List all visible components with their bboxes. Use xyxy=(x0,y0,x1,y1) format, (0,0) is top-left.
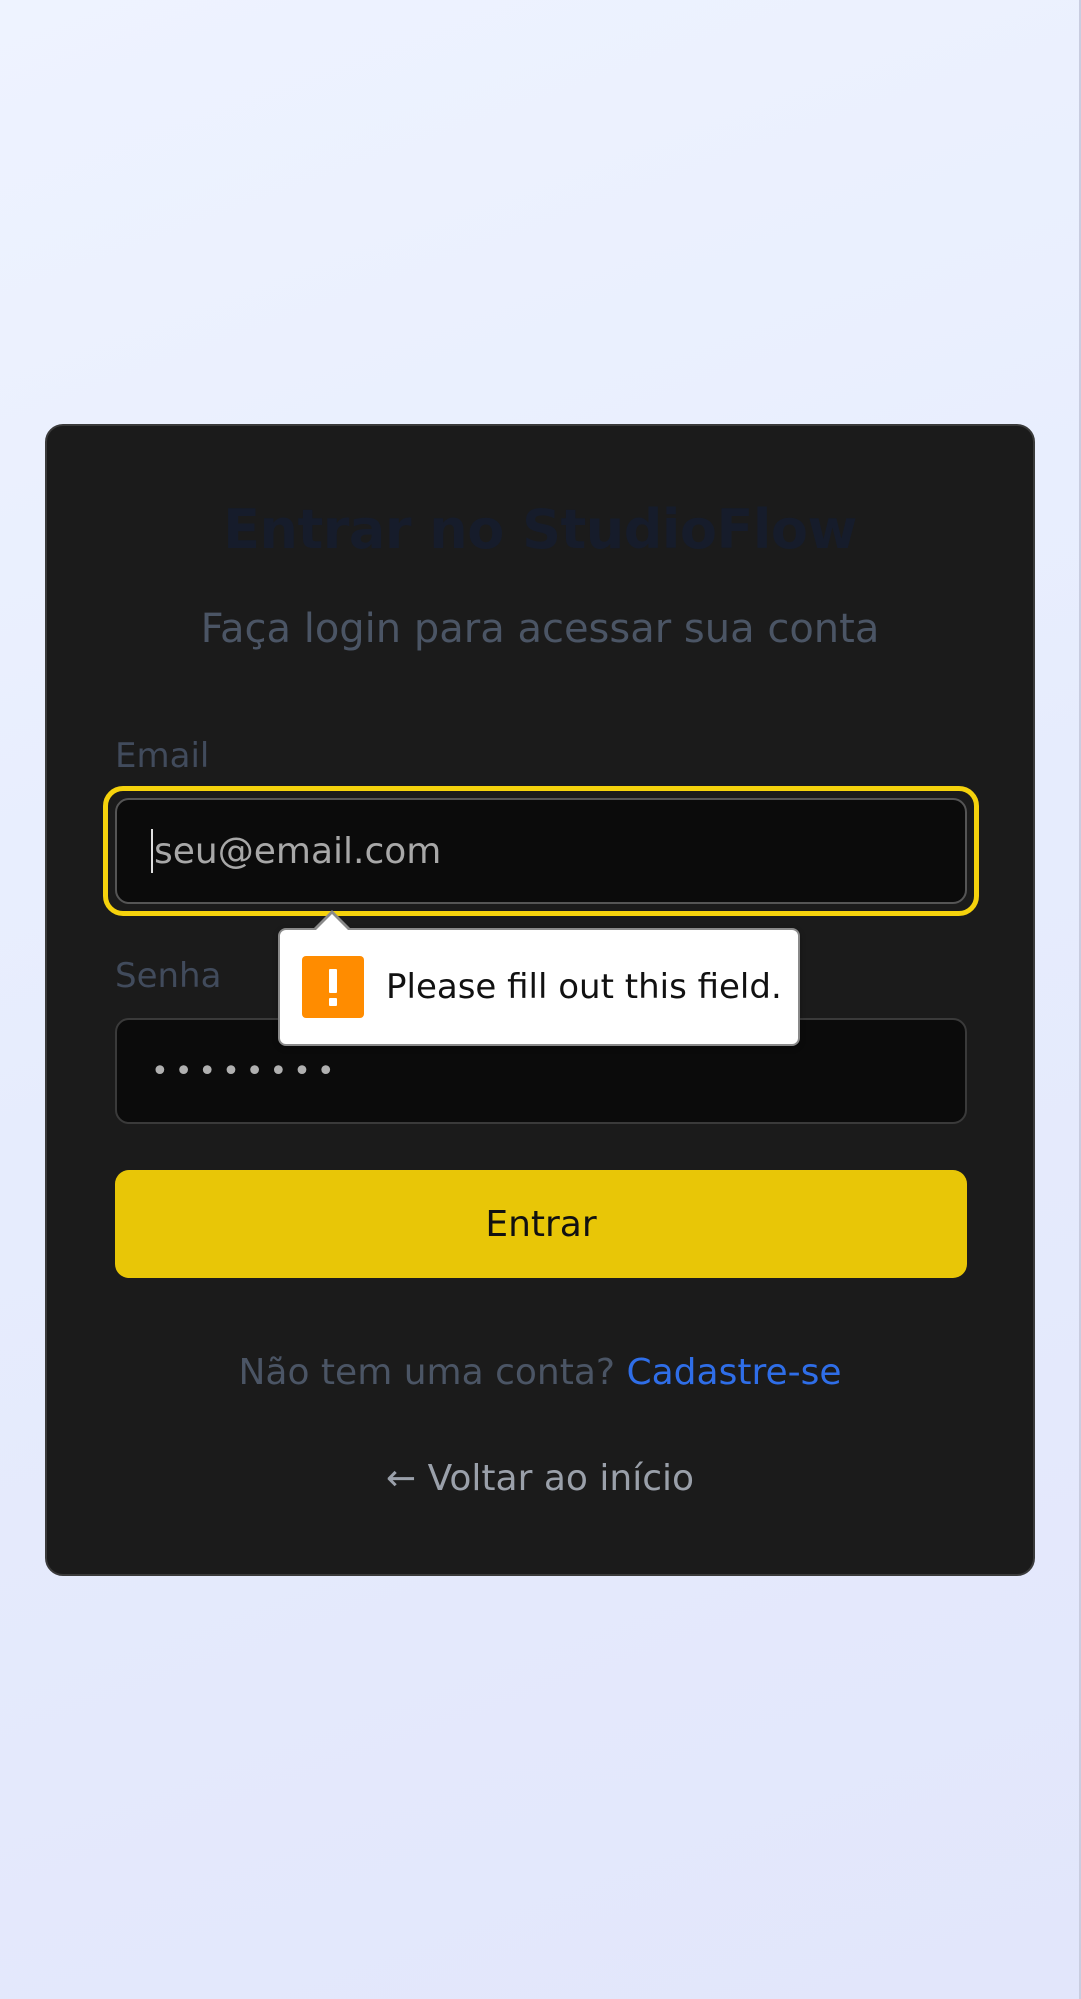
email-placeholder: seu@email.com xyxy=(154,830,442,872)
signup-row: Não tem uma conta? Cadastre-se xyxy=(47,1352,1033,1393)
password-value: •••••••• xyxy=(151,1053,341,1089)
tooltip-arrow xyxy=(314,914,350,932)
password-label: Senha xyxy=(115,956,222,996)
email-label: Email xyxy=(115,736,210,776)
submit-button-label: Entrar xyxy=(485,1203,597,1245)
validation-message: Please fill out this field. xyxy=(386,967,782,1007)
validation-tooltip: Please fill out this field. xyxy=(278,910,800,1046)
signup-prompt: Não tem uma conta? xyxy=(238,1352,616,1393)
page-subtitle: Faça login para acessar sua conta xyxy=(200,606,880,652)
back-home-link[interactable]: ← Voltar ao início xyxy=(47,1458,1033,1499)
text-caret xyxy=(151,829,153,873)
page-title: Entrar no StudioFlow xyxy=(223,498,857,561)
signup-link[interactable]: Cadastre-se xyxy=(626,1352,841,1393)
warning-icon xyxy=(302,956,364,1018)
submit-button[interactable]: Entrar xyxy=(115,1170,967,1278)
email-field[interactable]: seu@email.com xyxy=(115,798,967,904)
